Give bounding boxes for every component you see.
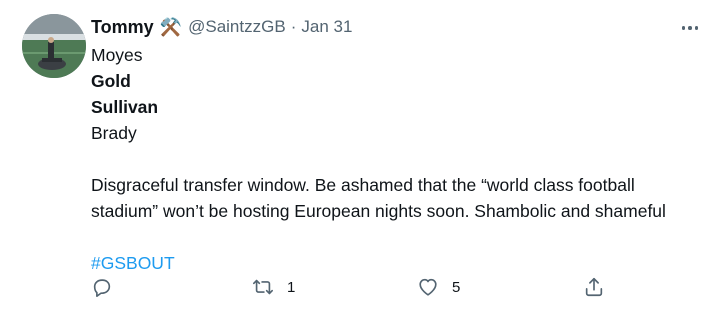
tweet-line: Brady bbox=[91, 123, 137, 143]
retweet-icon bbox=[253, 279, 273, 295]
tweet-line: Sullivan bbox=[91, 97, 159, 117]
retweet-count: 1 bbox=[287, 278, 296, 296]
user-handle[interactable]: @SaintzzGB bbox=[188, 17, 286, 37]
tweet-body: Moyes Gold Sullivan Brady Disgraceful tr… bbox=[91, 42, 711, 276]
like-button[interactable]: 5 bbox=[416, 272, 460, 302]
tweet-line: Gold bbox=[91, 71, 131, 91]
reply-icon bbox=[93, 279, 111, 297]
retweet-button[interactable]: 1 bbox=[251, 272, 295, 302]
share-icon bbox=[585, 277, 603, 297]
tweet-date[interactable]: Jan 31 bbox=[301, 17, 352, 37]
heart-icon bbox=[419, 278, 437, 296]
more-options-icon[interactable] bbox=[678, 16, 702, 40]
tweet-header: Tommy ⚒️ @SaintzzGB · Jan 31 bbox=[91, 14, 352, 40]
share-button[interactable] bbox=[583, 272, 605, 302]
separator-dot: · bbox=[290, 17, 297, 36]
reply-button[interactable] bbox=[91, 272, 113, 302]
avatar-image bbox=[22, 14, 86, 78]
display-name[interactable]: Tommy bbox=[91, 17, 154, 38]
tweet-actions: 1 5 bbox=[91, 272, 621, 302]
tweet-paragraph-line: stadium” won’t be hosting European night… bbox=[91, 201, 666, 221]
tweet-card[interactable]: Tommy ⚒️ @SaintzzGB · Jan 31 Moyes Gold … bbox=[0, 0, 720, 312]
tweet-line: Moyes bbox=[91, 45, 143, 65]
tweet-paragraph-line: Disgraceful transfer window. Be ashamed … bbox=[91, 175, 635, 195]
hammers-emoji-icon: ⚒️ bbox=[159, 17, 183, 37]
like-count: 5 bbox=[452, 278, 461, 296]
avatar[interactable] bbox=[22, 14, 86, 78]
